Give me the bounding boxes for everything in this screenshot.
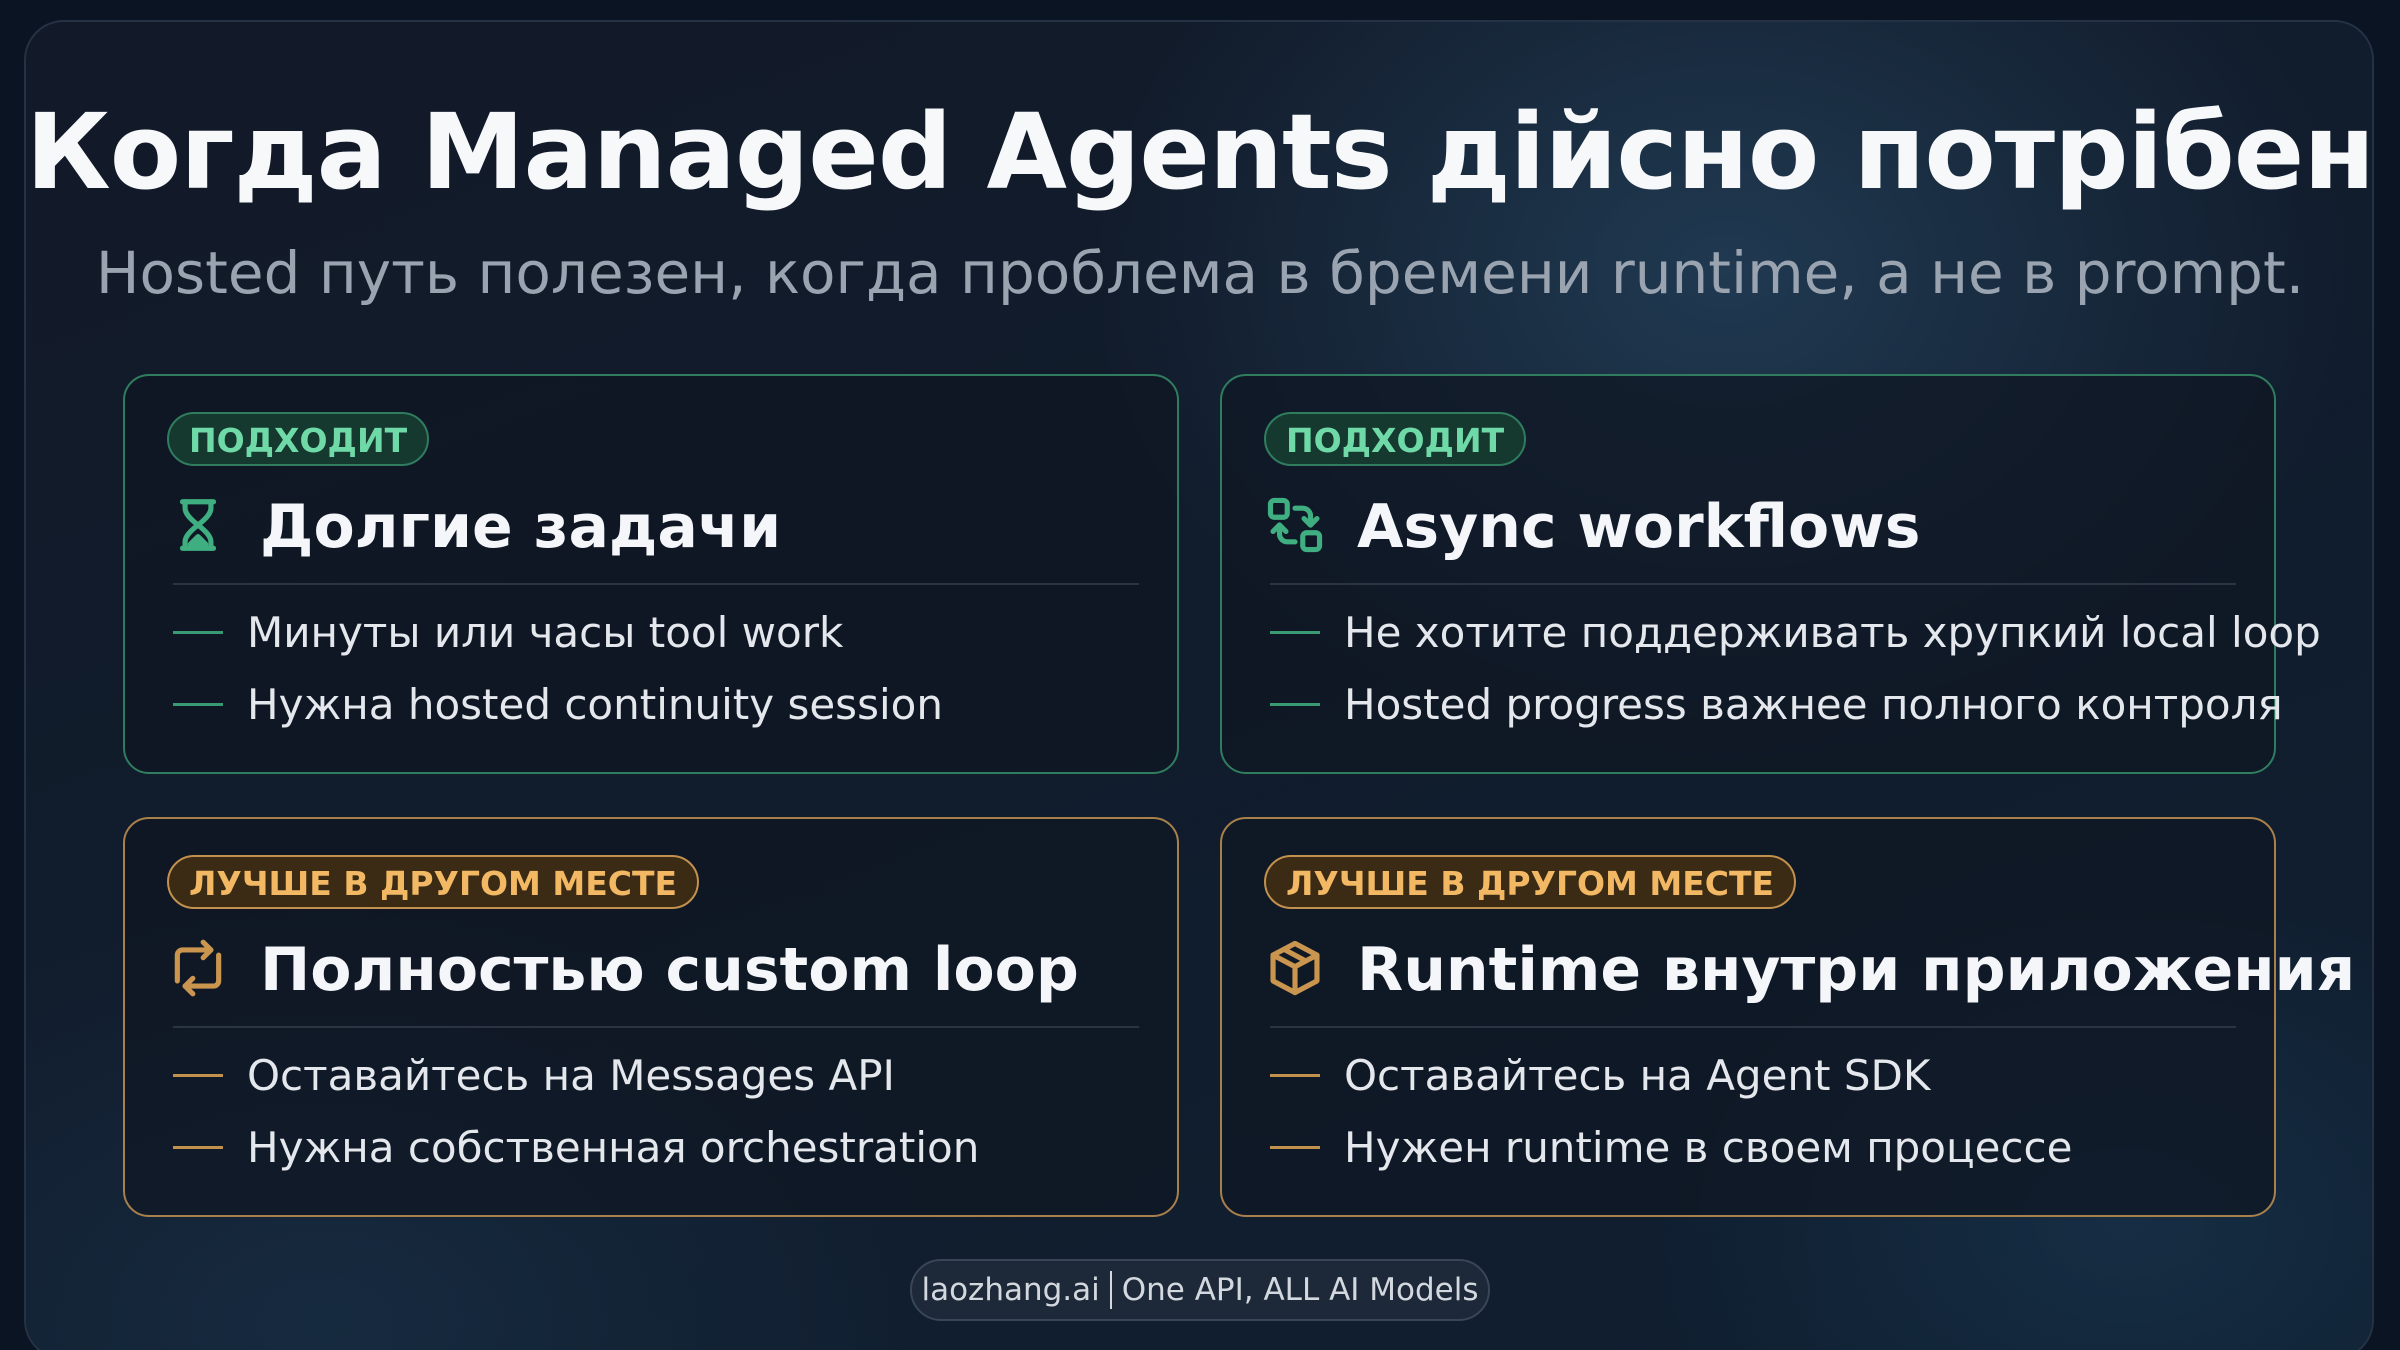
list-item-text: Минуты или часы tool work bbox=[247, 608, 844, 657]
hourglass-icon bbox=[179, 499, 217, 551]
status-badge: ЛУЧШЕ В ДРУГОМ МЕСТЕ bbox=[167, 855, 700, 909]
dash-icon bbox=[173, 703, 223, 706]
list-item-text: Не хотите поддерживать хрупкий local loo… bbox=[1344, 608, 2321, 657]
list-item: Нужен runtime в своем процессе bbox=[1270, 1122, 2072, 1174]
dash-icon bbox=[1270, 1146, 1320, 1149]
repeat-icon bbox=[174, 939, 222, 997]
list-item: Нужна hosted continuity session bbox=[173, 679, 943, 731]
page-title: Когда Managed Agents дійсно потрібен bbox=[25, 91, 2375, 213]
list-item-text: Hosted progress важнее полного контроля bbox=[1344, 680, 2283, 729]
dash-icon bbox=[173, 631, 223, 634]
card-title: Async workflows bbox=[1357, 492, 1921, 562]
list-item-text: Оставайтесь на Messages API bbox=[247, 1051, 895, 1100]
dash-icon bbox=[1270, 1074, 1320, 1077]
list-item-text: Оставайтесь на Agent SDK bbox=[1344, 1051, 1931, 1100]
card-async-workflows: ПОДХОДИТ Async workflows Не хотите подде… bbox=[1220, 374, 2321, 774]
list-item: Оставайтесь на Agent SDK bbox=[1270, 1050, 1930, 1102]
card-title: Долгие задачи bbox=[260, 492, 782, 562]
list-item: Hosted progress важнее полного контроля bbox=[1270, 679, 2283, 731]
card-divider bbox=[1270, 583, 2236, 585]
status-badge: ПОДХОДИТ bbox=[167, 412, 430, 466]
card-divider bbox=[1270, 1026, 2236, 1028]
footer-separator bbox=[1109, 1270, 1112, 1309]
card-custom-loop: ЛУЧШЕ В ДРУГОМ МЕСТЕ Полностью custom lo… bbox=[123, 817, 1179, 1217]
footer-brand: laozhang.ai bbox=[921, 1272, 1100, 1308]
package-icon bbox=[1270, 940, 1320, 996]
dash-icon bbox=[173, 1146, 223, 1149]
list-item-text: Нужна собственная orchestration bbox=[247, 1123, 980, 1172]
card-divider bbox=[173, 1026, 1139, 1028]
status-badge: ЛУЧШЕ В ДРУГОМ МЕСТЕ bbox=[1264, 855, 1797, 909]
footer-pill: laozhang.ai One API, ALL AI Models bbox=[910, 1259, 1490, 1321]
card-title: Runtime внутри приложения bbox=[1357, 935, 2356, 1005]
status-badge: ПОДХОДИТ bbox=[1264, 412, 1527, 466]
list-item: Минуты или часы tool work bbox=[173, 607, 843, 659]
dash-icon bbox=[173, 1074, 223, 1077]
dash-icon bbox=[1270, 703, 1320, 706]
card-divider bbox=[173, 583, 1139, 585]
list-item: Нужна собственная orchestration bbox=[173, 1122, 979, 1174]
dash-icon bbox=[1270, 631, 1320, 634]
list-item: Не хотите поддерживать хрупкий local loo… bbox=[1270, 607, 2321, 659]
list-item-text: Нужна hosted continuity session bbox=[247, 680, 943, 729]
list-item-text: Нужен runtime в своем процессе bbox=[1344, 1123, 2073, 1172]
card-title: Полностью custom loop bbox=[260, 935, 1079, 1005]
page-subtitle: Hosted путь полезен, когда проблема в бр… bbox=[95, 239, 2305, 307]
card-runtime-in-app: ЛУЧШЕ В ДРУГОМ МЕСТЕ Runtime внутри прил… bbox=[1220, 817, 2355, 1217]
footer-tagline: One API, ALL AI Models bbox=[1121, 1272, 1479, 1308]
card-long-tasks: ПОДХОДИТ Долгие задачи Минуты или часы t… bbox=[123, 374, 1179, 774]
workflow-icon bbox=[1267, 497, 1323, 553]
list-item: Оставайтесь на Messages API bbox=[173, 1050, 895, 1102]
